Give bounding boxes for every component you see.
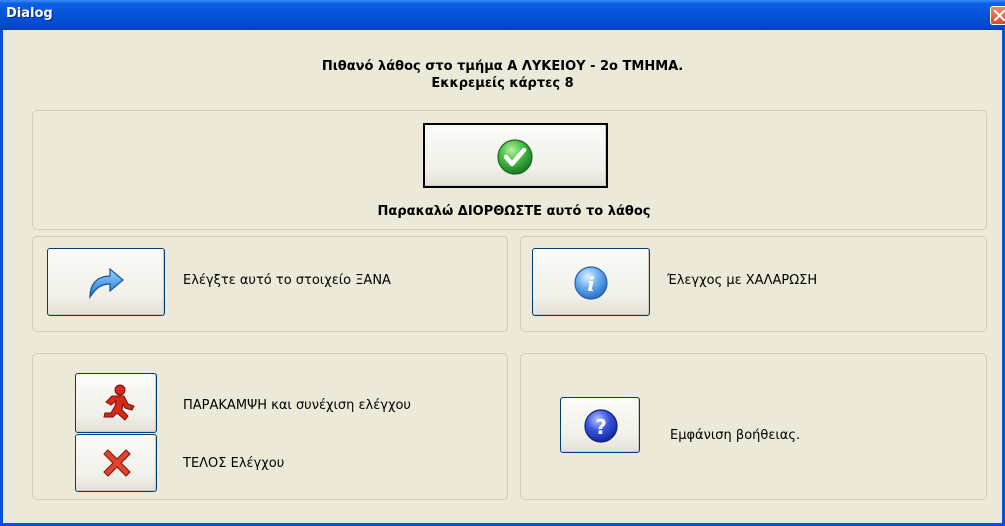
red-x-icon bbox=[103, 449, 131, 477]
skip-label: ΠΑΡΑΚΑΜΨΗ και συνέχιση ελέγχου bbox=[183, 398, 411, 413]
relaxed-check-label: Έλεγχος με ΧΑΛΑΡΩΣΗ bbox=[667, 273, 818, 288]
info-icon: i bbox=[574, 266, 608, 300]
fix-button[interactable] bbox=[423, 123, 608, 188]
help-button[interactable]: ? bbox=[560, 397, 640, 453]
svg-text:?: ? bbox=[595, 415, 607, 439]
relaxed-check-button[interactable]: i bbox=[532, 248, 650, 316]
pending-cards-text: Εκκρεμείς κάρτες 8 bbox=[431, 76, 574, 91]
help-label: Εμφάνιση βοήθειας. bbox=[670, 428, 801, 443]
redo-arrow-icon bbox=[89, 267, 124, 299]
end-button[interactable] bbox=[75, 434, 157, 492]
window-frame-left bbox=[0, 30, 3, 526]
recheck-label: Ελέγξτε αυτό το στοιχείο ΞΑΝΑ bbox=[183, 273, 391, 288]
title-bar[interactable]: Dialog bbox=[0, 0, 1005, 30]
error-message: Πιθανό λάθος στο τμήμα Α ΛΥΚΕΙΟΥ - 2ο ΤΜ… bbox=[321, 59, 684, 74]
skip-button[interactable] bbox=[75, 373, 157, 433]
window-title: Dialog bbox=[6, 6, 53, 21]
question-icon: ? bbox=[584, 409, 618, 443]
running-man-icon bbox=[103, 384, 135, 421]
dialog-window: Dialog Πιθανό λάθος στο τμήμα Α ΛΥΚΕΙΟΥ … bbox=[0, 0, 1005, 526]
fix-label: Παρακαλώ ΔΙΟΡΘΩΣΤΕ αυτό το λάθος bbox=[377, 204, 651, 219]
checkmark-icon bbox=[497, 139, 533, 175]
recheck-button[interactable] bbox=[47, 248, 165, 316]
close-icon bbox=[994, 10, 1005, 21]
svg-text:i: i bbox=[587, 272, 595, 296]
close-button[interactable] bbox=[990, 6, 1005, 25]
end-label: ΤΕΛΟΣ Ελέγχου bbox=[183, 456, 285, 471]
